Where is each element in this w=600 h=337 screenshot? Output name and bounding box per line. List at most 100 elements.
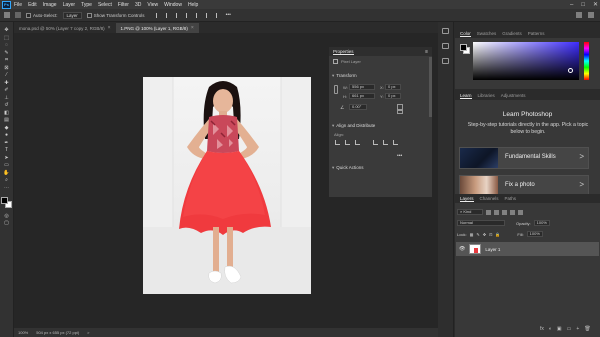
type-tool-icon[interactable]: T bbox=[3, 148, 10, 153]
color-picker-cursor[interactable] bbox=[568, 68, 573, 73]
search-icon[interactable] bbox=[576, 12, 582, 18]
align-right-edges-icon[interactable] bbox=[355, 140, 360, 145]
brush-settings-icon[interactable] bbox=[442, 43, 449, 49]
auto-select-checkbox[interactable] bbox=[26, 12, 31, 18]
menu-view[interactable]: View bbox=[147, 2, 158, 8]
collapse-icon[interactable]: ▾ bbox=[332, 123, 334, 128]
lock-paint-icon[interactable]: ✎ bbox=[476, 232, 479, 237]
zoom-level[interactable]: 100% bbox=[18, 330, 28, 335]
quick-mask-icon[interactable]: ◎ bbox=[3, 213, 10, 219]
tab-gradients[interactable]: Gradients bbox=[502, 31, 522, 36]
brush-tool-icon[interactable]: ✐ bbox=[3, 88, 10, 93]
tab-layers[interactable]: Layers bbox=[460, 196, 474, 202]
rectangle-tool-icon[interactable]: ▭ bbox=[3, 163, 10, 168]
tab-patterns[interactable]: Patterns bbox=[528, 31, 545, 36]
hue-slider[interactable] bbox=[584, 42, 589, 80]
zoom-tool-icon[interactable]: ⌕ bbox=[3, 178, 10, 183]
panel-scrollbar[interactable] bbox=[429, 57, 432, 117]
close-tab-icon[interactable]: × bbox=[108, 25, 111, 31]
move-tool-icon[interactable]: ✥ bbox=[3, 28, 10, 33]
more-tools-icon[interactable]: ⋯ bbox=[3, 185, 10, 191]
delete-layer-icon[interactable]: 🗑 bbox=[584, 326, 590, 332]
gradient-tool-icon[interactable]: ▤ bbox=[3, 118, 10, 123]
lock-pixels-icon[interactable]: ▦ bbox=[470, 232, 474, 237]
layer-row[interactable]: 👁 Layer 1 bbox=[456, 242, 599, 256]
adjustment-layer-icon[interactable]: ◐ bbox=[549, 326, 552, 332]
workspace-icon[interactable] bbox=[588, 12, 594, 18]
healing-brush-tool-icon[interactable]: ✚ bbox=[3, 80, 10, 86]
more-options-icon[interactable]: ••• bbox=[226, 12, 231, 18]
menu-layer[interactable]: Layer bbox=[63, 2, 76, 8]
align-center-icon[interactable] bbox=[165, 12, 171, 18]
align-right-icon[interactable] bbox=[175, 12, 181, 18]
history-brush-tool-icon[interactable]: ↺ bbox=[3, 103, 10, 108]
new-layer-icon[interactable]: + bbox=[576, 326, 579, 332]
lock-all-icon[interactable]: 🔒 bbox=[495, 232, 500, 237]
dodge-tool-icon[interactable]: ● bbox=[3, 133, 10, 138]
blur-tool-icon[interactable]: ◆ bbox=[3, 125, 10, 131]
align-horizontal-centers-icon[interactable] bbox=[345, 140, 350, 145]
layer-style-icon[interactable]: fx bbox=[540, 326, 544, 332]
align-top-icon[interactable] bbox=[185, 12, 191, 18]
screen-mode-icon[interactable]: ▢ bbox=[3, 221, 10, 226]
close-tab-icon[interactable]: × bbox=[191, 25, 194, 31]
maximize-button[interactable]: □ bbox=[581, 2, 585, 8]
distribute-icon[interactable] bbox=[215, 12, 221, 18]
tab-1-png[interactable]: 1.PNG @ 100% (Layer 1, RGB/8) × bbox=[115, 23, 199, 33]
menu-image[interactable]: Image bbox=[43, 2, 57, 8]
flip-vertical-icon[interactable] bbox=[397, 110, 403, 114]
pen-tool-icon[interactable]: ✒ bbox=[3, 140, 10, 146]
align-section[interactable]: ▾ Align and Distribute bbox=[329, 123, 375, 129]
align-bottom-edges-icon[interactable] bbox=[393, 140, 398, 145]
collapse-icon[interactable]: ▾ bbox=[332, 73, 334, 78]
crop-tool-icon[interactable]: ⌗ bbox=[3, 58, 10, 63]
filter-adjustment-icon[interactable] bbox=[494, 209, 499, 215]
tab-learn[interactable]: Learn bbox=[460, 93, 472, 99]
auto-select-dropdown[interactable]: Layer bbox=[62, 11, 82, 19]
foreground-color-swatch[interactable] bbox=[460, 44, 467, 51]
tab-libraries[interactable]: Libraries bbox=[478, 93, 495, 98]
menu-type[interactable]: Type bbox=[81, 2, 92, 8]
align-middle-icon[interactable] bbox=[195, 12, 201, 18]
marquee-tool-icon[interactable]: ⬚ bbox=[3, 35, 10, 41]
properties-panel-icon[interactable] bbox=[442, 58, 449, 64]
history-panel-icon[interactable] bbox=[442, 28, 449, 34]
align-vertical-centers-icon[interactable] bbox=[383, 140, 388, 145]
minimize-button[interactable]: – bbox=[570, 2, 573, 8]
transform-controls-option[interactable]: Show Transform Controls bbox=[86, 12, 145, 18]
filter-smart-object-icon[interactable] bbox=[518, 209, 523, 215]
tab-swatches[interactable]: Swatches bbox=[477, 31, 497, 36]
angle-field[interactable]: 0.00° bbox=[349, 104, 367, 110]
link-icon[interactable] bbox=[334, 85, 338, 94]
tab-channels[interactable]: Channels bbox=[480, 196, 499, 201]
new-group-icon[interactable]: ▭ bbox=[567, 326, 572, 332]
color-swatches[interactable] bbox=[1, 197, 12, 208]
path-selection-tool-icon[interactable]: ➤ bbox=[3, 155, 10, 161]
filter-pixel-icon[interactable] bbox=[486, 209, 491, 215]
visibility-eye-icon[interactable]: 👁 bbox=[459, 246, 465, 252]
transform-controls-checkbox[interactable] bbox=[86, 12, 92, 18]
tab-adjustments[interactable]: Adjustments bbox=[501, 93, 526, 98]
collapse-icon[interactable]: ▾ bbox=[332, 165, 334, 170]
align-bottom-icon[interactable] bbox=[205, 12, 211, 18]
color-spectrum-field[interactable] bbox=[473, 42, 579, 80]
height-field[interactable]: 661 px bbox=[349, 93, 375, 99]
filter-kind-dropdown[interactable]: ⌕ Kind bbox=[457, 209, 483, 215]
filter-type-icon[interactable] bbox=[502, 209, 507, 215]
tab-mona-psd[interactable]: mona.psd @ 50% (Layer 7 copy 2, RGB/8) × bbox=[14, 23, 116, 33]
close-window-button[interactable]: ✕ bbox=[593, 1, 598, 8]
menu-help[interactable]: Help bbox=[188, 2, 198, 8]
eyedropper-tool-icon[interactable]: ⁄ bbox=[3, 73, 10, 78]
width-field[interactable]: 556 px bbox=[349, 84, 375, 90]
menu-3d[interactable]: 3D bbox=[135, 2, 141, 8]
filter-shape-icon[interactable] bbox=[510, 209, 515, 215]
menu-edit[interactable]: Edit bbox=[28, 2, 37, 8]
menu-window[interactable]: Window bbox=[164, 2, 182, 8]
document-canvas[interactable] bbox=[143, 77, 311, 294]
properties-title[interactable]: Properties bbox=[333, 49, 354, 55]
blend-mode-dropdown[interactable]: Normal bbox=[457, 220, 505, 226]
auto-select-option[interactable]: Auto-Select: bbox=[26, 12, 58, 18]
align-top-edges-icon[interactable] bbox=[373, 140, 378, 145]
tab-color[interactable]: Color bbox=[460, 31, 471, 37]
lock-position-icon[interactable]: ✥ bbox=[483, 232, 486, 237]
